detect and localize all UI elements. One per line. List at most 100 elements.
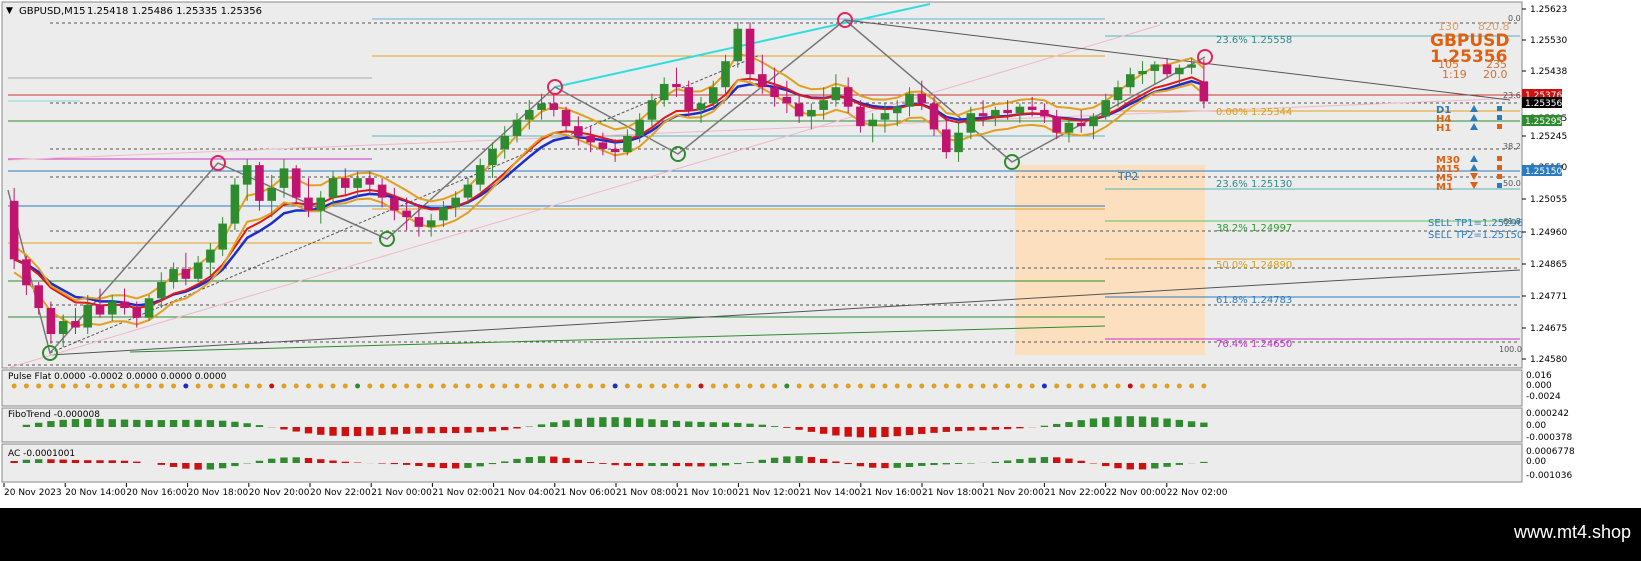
chart-arrow-icon[interactable]: ▼ — [6, 6, 13, 16]
ac-bar — [635, 463, 644, 467]
candle-body — [439, 207, 448, 221]
ac-bar — [378, 463, 386, 464]
ac-bar — [819, 458, 828, 463]
fibotrend-bar — [967, 427, 975, 431]
trend-square-icon — [1497, 156, 1502, 161]
pulse-dot — [109, 383, 115, 389]
fibotrend-bar — [402, 427, 411, 434]
pulse-dot — [931, 383, 937, 389]
candle-body — [708, 87, 718, 104]
fibotrend-axis-top: 0.000242 — [1526, 409, 1569, 419]
candle-body — [95, 304, 105, 315]
fibotrend-bar — [1114, 416, 1122, 427]
candle-body — [1138, 70, 1147, 75]
price-tag: 1.25295 — [1522, 115, 1562, 127]
fibotrend-bar — [169, 419, 178, 427]
ac-bar — [930, 463, 938, 466]
pulse-dot — [539, 383, 545, 389]
candle-body — [549, 103, 559, 110]
ac-bar — [157, 463, 165, 465]
candle-body — [892, 106, 902, 114]
pulse-axis-mid: 0.000 — [1526, 381, 1552, 391]
candle-body — [304, 197, 313, 211]
ac-bar — [1151, 463, 1159, 469]
candle-body — [929, 103, 939, 130]
fibotrend-bar — [918, 427, 926, 434]
pulse-dot — [1029, 383, 1035, 389]
pulse-dot — [85, 383, 91, 389]
pulse-dot — [1189, 383, 1195, 389]
pulse-dot — [146, 383, 152, 389]
pulse-dot — [919, 383, 925, 389]
fibo-mini-label: 50.0 — [1503, 179, 1521, 188]
fibotrend-bar — [869, 427, 877, 438]
pulse-dot — [1041, 383, 1047, 389]
fibotrend-bar — [1003, 427, 1012, 430]
ac-bar — [967, 463, 975, 464]
candle — [733, 22, 743, 68]
candle-body — [635, 119, 644, 136]
trading-chart[interactable]: ▼ GBPUSD,M15 1.25418 1.25486 1.25335 1.2… — [0, 0, 1641, 561]
fibotrend-bar — [1102, 417, 1110, 427]
fibotrend-bar — [464, 427, 472, 433]
pulse-dot — [1078, 383, 1084, 389]
candle-body — [942, 129, 951, 153]
trend-square-icon — [1497, 124, 1502, 129]
fibotrend-bar — [893, 427, 901, 437]
pulse-dot — [220, 383, 226, 389]
pulse-dot — [318, 383, 324, 389]
ac-bar — [550, 456, 558, 463]
candle-body — [696, 103, 706, 110]
pulse-dot — [48, 383, 54, 389]
time-tick-label: 22 Nov 02:00 — [1167, 488, 1228, 498]
ac-bar — [452, 463, 460, 469]
candle-body — [647, 100, 657, 120]
ac-bar — [47, 459, 55, 463]
fibotrend-bar — [145, 420, 153, 427]
candle-body — [22, 259, 31, 286]
ac-bar — [1114, 463, 1122, 469]
fibo-label: 61.8% 1.24783 — [1216, 295, 1292, 306]
price-tick-label: 1.25438 — [1530, 67, 1567, 77]
ac-bar — [721, 463, 730, 466]
fibotrend-bar — [47, 421, 55, 427]
ac-bar — [1016, 459, 1024, 463]
price-tick-label: 1.24675 — [1530, 324, 1567, 334]
fibotrend-bar — [734, 422, 742, 427]
pulse-dot — [563, 383, 569, 389]
fibotrend-bar — [574, 418, 583, 427]
pulse-dot — [489, 383, 495, 389]
ac-bar — [1077, 460, 1085, 463]
time-tick-label: 21 Nov 18:00 — [922, 488, 983, 498]
candle-body — [1162, 64, 1172, 75]
fibotrend-bar — [1175, 419, 1184, 427]
price-tick-label: 1.24580 — [1530, 355, 1567, 365]
fibotrend-bar — [34, 422, 43, 427]
pulse-dot — [808, 383, 814, 389]
fibotrend-bar — [329, 427, 337, 436]
ac-bar — [770, 457, 779, 463]
pulse-dot — [244, 383, 250, 389]
pulse-dot — [122, 383, 128, 389]
pulse-dot — [477, 383, 483, 389]
ac-name: AC -0.0001001 — [8, 449, 75, 459]
candle-body — [733, 28, 743, 62]
fibotrend-bar — [807, 427, 816, 432]
pulse-dot — [1127, 383, 1133, 389]
ac-bar — [415, 463, 423, 467]
candle-body — [328, 178, 338, 198]
candle-body — [206, 249, 215, 263]
tp-zone — [1015, 165, 1205, 355]
trend-square-icon — [1497, 106, 1502, 111]
fibotrend-bar — [844, 427, 852, 437]
candle-body — [1015, 106, 1025, 114]
pulse-dot — [183, 383, 189, 389]
fibotrend-bar — [1077, 420, 1085, 427]
ac-bar — [120, 460, 129, 463]
candle-body — [1175, 67, 1184, 75]
fibotrend-bar — [218, 420, 227, 427]
candle-body — [721, 61, 730, 88]
fibotrend-bar — [439, 427, 448, 434]
pulse-dot — [134, 383, 140, 389]
time-tick-label: 21 Nov 04:00 — [494, 488, 555, 498]
